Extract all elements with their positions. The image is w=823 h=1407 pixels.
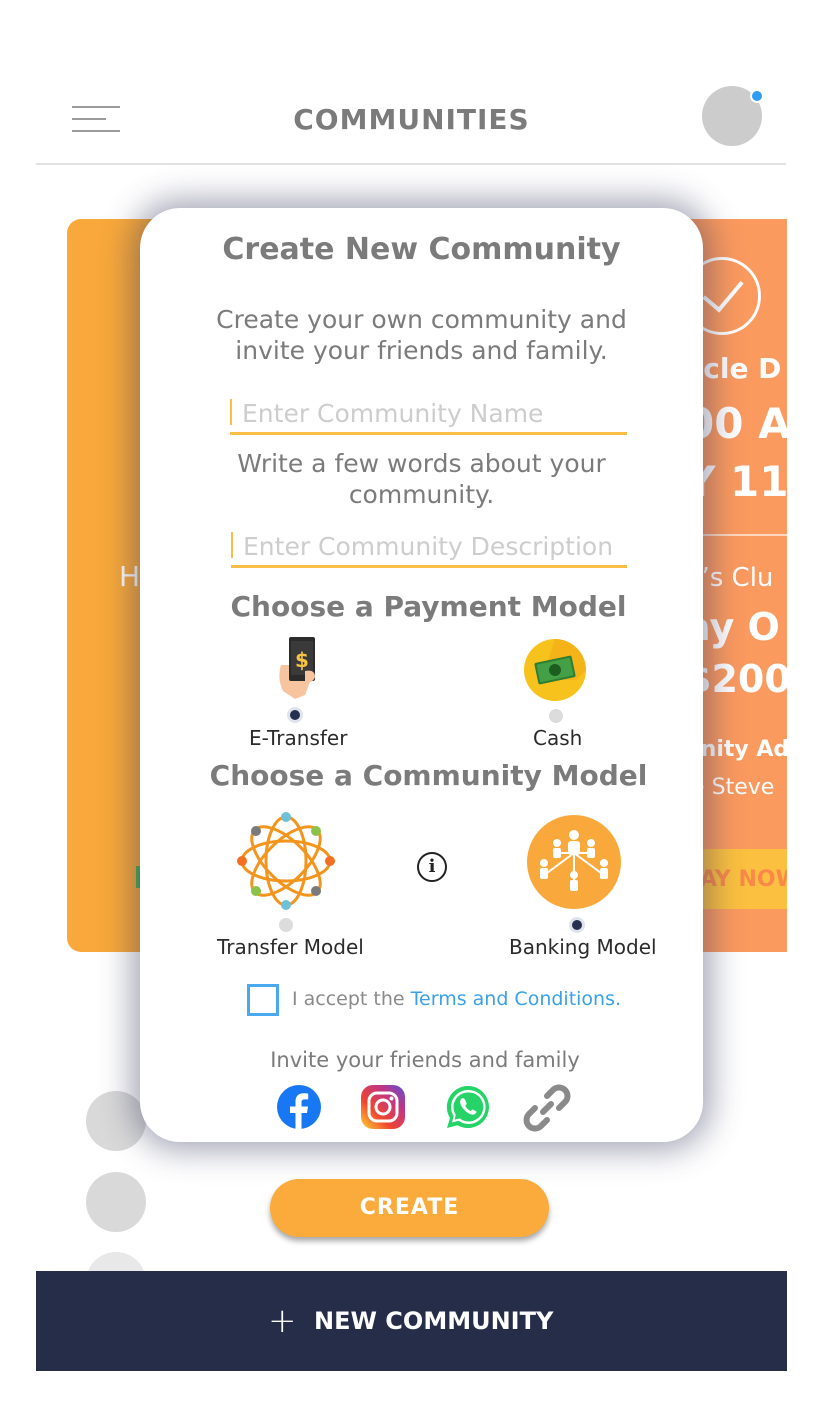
create-community-modal: Create New Community Create your own com… [140,208,703,1142]
description-prompt: Write a few words about your community. [237,449,606,509]
community-name-field[interactable] [230,395,627,435]
banking-model-radio[interactable] [569,917,585,933]
terms-checkbox[interactable] [247,984,279,1016]
new-community-label: NEW COMMUNITY [314,1307,554,1335]
plus-icon: + [268,1301,297,1341]
community-name-input[interactable] [242,395,622,431]
whatsapp-icon[interactable] [445,1084,491,1130]
page-title: COMMUNITIES [293,103,530,136]
cash-radio[interactable] [549,709,563,723]
svg-text:$: $ [295,648,309,672]
member-avatar [86,1091,146,1151]
text-caret [230,399,232,425]
etransfer-radio[interactable] [287,707,303,723]
terms-prefix: I accept the [292,988,405,1010]
modal-subtitle: Create your own community and invite you… [216,305,627,365]
header-divider [36,163,786,165]
transfer-model-radio[interactable] [279,918,293,932]
card-left-text: H [119,560,141,593]
instagram-icon[interactable] [360,1084,406,1130]
notification-dot [750,89,764,103]
etransfer-label: E-Transfer [249,726,348,750]
community-model-title: Choose a Community Model [209,759,648,792]
modal-title: Create New Community [222,232,621,267]
text-caret [231,532,233,558]
terms-link[interactable]: Terms and Conditions. [411,988,621,1010]
create-button[interactable]: CREATE [270,1179,549,1237]
banking-model-label: Banking Model [509,935,657,959]
cash-icon[interactable] [524,639,586,701]
new-community-button[interactable]: + NEW COMMUNITY [36,1271,787,1371]
group-icon[interactable] [527,815,621,909]
info-icon[interactable]: i [417,852,447,882]
facebook-icon[interactable] [276,1084,322,1130]
pay-now-label: AY NOW [700,867,787,892]
link-icon[interactable] [521,1082,573,1134]
community-description-field[interactable] [231,528,627,568]
cash-label: Cash [533,726,583,750]
phone-dollar-icon[interactable]: $ [275,635,325,701]
payment-model-title: Choose a Payment Model [230,590,627,623]
invite-text: Invite your friends and family [270,1048,580,1072]
terms-text: I accept the Terms and Conditions. [292,988,621,1010]
community-description-input[interactable] [243,528,623,564]
member-avatar [86,1172,146,1232]
transfer-model-label: Transfer Model [217,935,364,959]
network-icon[interactable] [237,812,335,910]
